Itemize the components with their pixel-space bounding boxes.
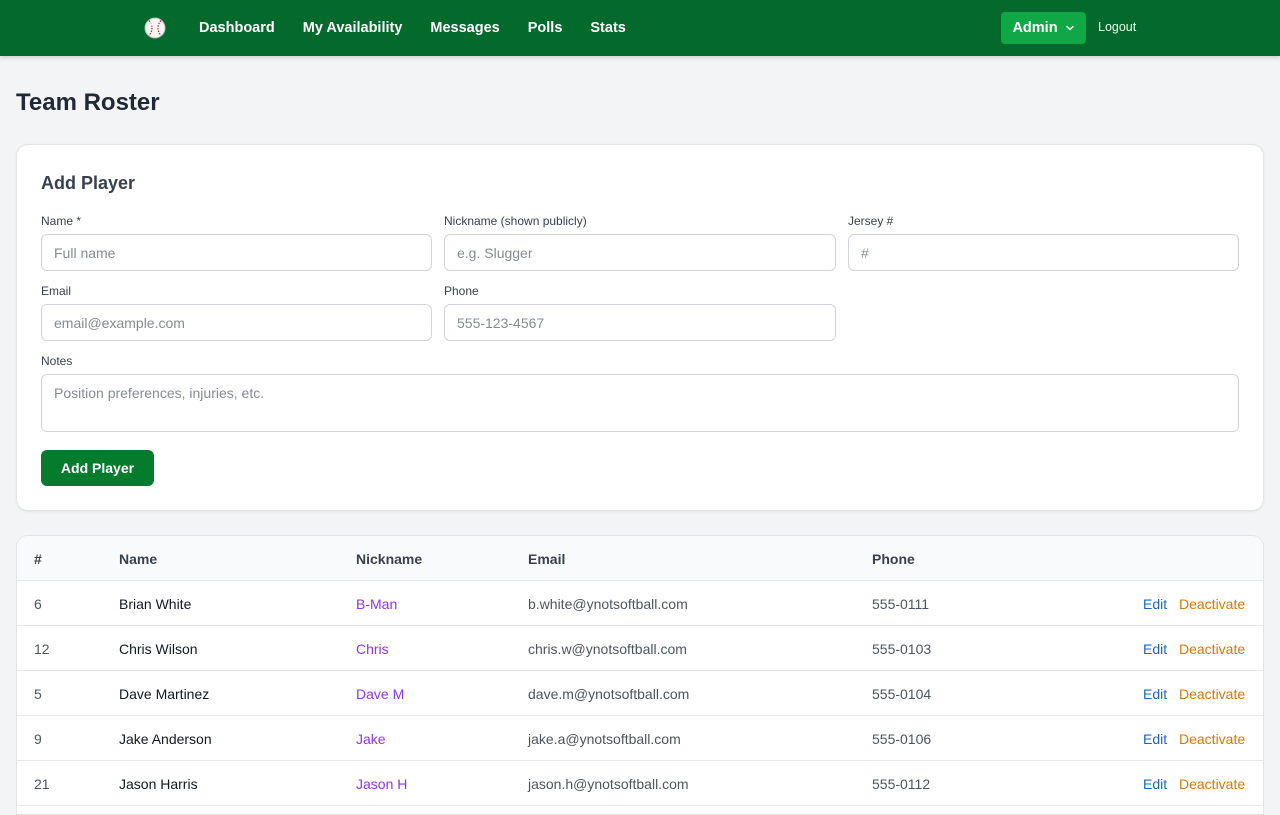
nav-dashboard[interactable]: Dashboard xyxy=(199,20,275,36)
table-row: 9 Jake Anderson Jake jake.a@ynotsoftball… xyxy=(17,716,1263,761)
player-email: jake.a@ynotsoftball.com xyxy=(528,731,681,747)
name-label: Name * xyxy=(41,214,82,228)
edit-link[interactable]: Edit xyxy=(1143,641,1167,657)
edit-link[interactable]: Edit xyxy=(1143,596,1167,612)
deactivate-link[interactable]: Deactivate xyxy=(1179,641,1245,657)
player-number: 5 xyxy=(34,686,42,702)
player-nickname: Jake xyxy=(356,731,386,747)
edit-link[interactable]: Edit xyxy=(1143,731,1167,747)
player-email: dave.m@ynotsoftball.com xyxy=(528,686,690,702)
player-name: Jason Harris xyxy=(119,776,198,792)
nav-links: Dashboard My Availability Messages Polls… xyxy=(199,0,626,56)
name-input[interactable] xyxy=(41,234,432,271)
softball-logo-icon[interactable] xyxy=(144,17,166,39)
header-nickname: Nickname xyxy=(356,551,423,567)
table-row: 21 Jason Harris Jason H jason.h@ynotsoft… xyxy=(17,761,1263,806)
player-name: Dave Martinez xyxy=(119,686,210,702)
player-number: 9 xyxy=(34,731,42,747)
player-nickname: Chris xyxy=(356,641,389,657)
nav-my-availability[interactable]: My Availability xyxy=(303,20,403,36)
roster-table: # Name Nickname Email Phone 6 Brian Whit… xyxy=(16,535,1264,815)
deactivate-link[interactable]: Deactivate xyxy=(1179,686,1245,702)
deactivate-link[interactable]: Deactivate xyxy=(1179,776,1245,792)
deactivate-link[interactable]: Deactivate xyxy=(1179,731,1245,747)
header-email: Email xyxy=(528,551,566,567)
header-name: Name xyxy=(119,551,158,567)
player-name: Brian White xyxy=(119,596,192,612)
player-name: Jake Anderson xyxy=(119,731,212,747)
nav-messages[interactable]: Messages xyxy=(430,20,499,36)
add-player-card: Add Player Name * Nickname (shown public… xyxy=(16,144,1264,511)
player-nickname: B-Man xyxy=(356,596,398,612)
add-player-title: Add Player xyxy=(41,173,136,193)
header-phone: Phone xyxy=(872,551,915,567)
logout-link[interactable]: Logout xyxy=(1098,20,1136,34)
table-header: # Name Nickname Email Phone xyxy=(17,536,1263,581)
admin-menu-label: Admin xyxy=(1012,20,1058,36)
table-row: 6 Brian White B-Man b.white@ynotsoftball… xyxy=(17,581,1263,626)
table-row: 12 Chris Wilson Chris chris.w@ynotsoftba… xyxy=(17,626,1263,671)
table-row: 5 Dave Martinez Dave M dave.m@ynotsoftba… xyxy=(17,671,1263,716)
player-nickname: Dave M xyxy=(356,686,405,702)
nav-stats[interactable]: Stats xyxy=(590,20,625,36)
player-number: 21 xyxy=(34,776,50,792)
nickname-input[interactable] xyxy=(444,234,836,271)
player-nickname: Jason H xyxy=(356,776,408,792)
deactivate-link[interactable]: Deactivate xyxy=(1179,596,1245,612)
player-email: jason.h@ynotsoftball.com xyxy=(528,776,689,792)
edit-link[interactable]: Edit xyxy=(1143,776,1167,792)
player-email: chris.w@ynotsoftball.com xyxy=(528,641,687,657)
jersey-label: Jersey # xyxy=(848,214,894,228)
notes-textarea[interactable] xyxy=(41,374,1239,432)
email-input[interactable] xyxy=(41,304,432,341)
add-player-button[interactable]: Add Player xyxy=(41,450,154,486)
top-navbar: Dashboard My Availability Messages Polls… xyxy=(0,0,1280,56)
notes-label: Notes xyxy=(41,354,73,368)
page-title: Team Roster xyxy=(16,89,160,116)
player-number: 6 xyxy=(34,596,42,612)
jersey-input[interactable] xyxy=(848,234,1239,271)
player-number: 12 xyxy=(34,641,50,657)
phone-label: Phone xyxy=(444,284,479,298)
phone-input[interactable] xyxy=(444,304,836,341)
nickname-label: Nickname (shown publicly) xyxy=(444,214,587,228)
admin-menu-button[interactable]: Admin xyxy=(1001,12,1086,44)
player-phone: 555-0112 xyxy=(872,776,931,792)
player-phone: 555-0111 xyxy=(872,596,930,612)
player-phone: 555-0103 xyxy=(872,641,932,657)
player-phone: 555-0104 xyxy=(872,686,932,702)
email-label: Email xyxy=(41,284,72,298)
player-name: Chris Wilson xyxy=(119,641,198,657)
edit-link[interactable]: Edit xyxy=(1143,686,1167,702)
nav-polls[interactable]: Polls xyxy=(528,20,563,36)
chevron-down-icon xyxy=(1065,25,1074,31)
header-number: # xyxy=(34,551,42,567)
player-phone: 555-0106 xyxy=(872,731,932,747)
player-email: b.white@ynotsoftball.com xyxy=(528,596,688,612)
